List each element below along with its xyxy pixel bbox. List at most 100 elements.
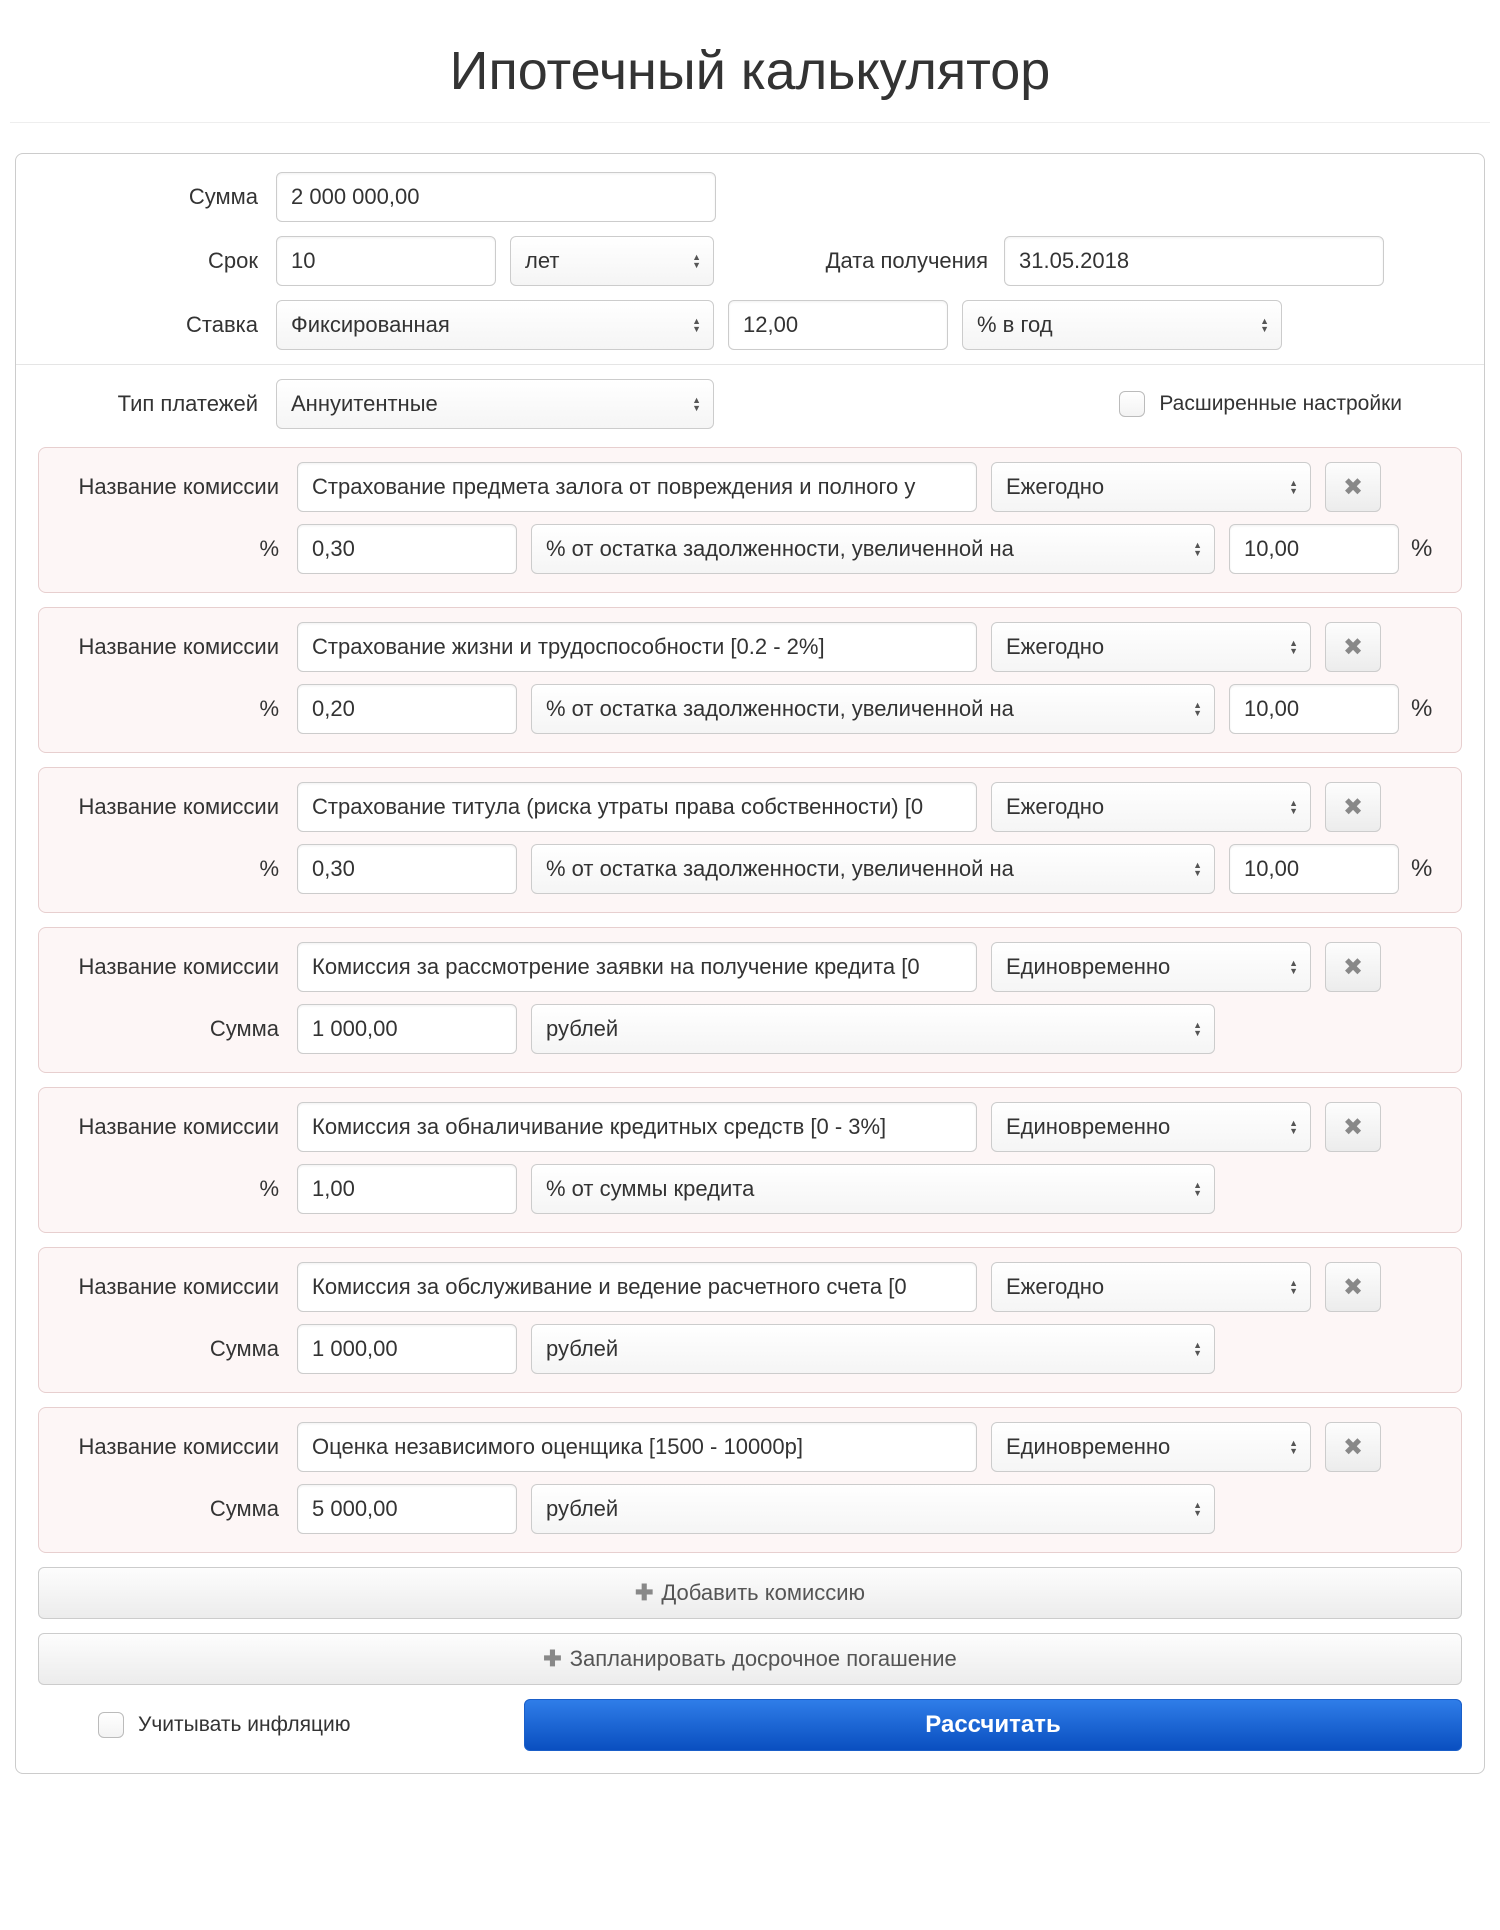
commission-basis-select[interactable]: % от остатка задолженности, увеличенной … [531, 684, 1215, 734]
commission-block: Название комиссииЕдиновременно✖%% от сум… [38, 1087, 1462, 1233]
term-unit-select[interactable]: лет [510, 236, 714, 286]
add-commission-label: Добавить комиссию [661, 1580, 865, 1606]
commission-name-label: Название комиссии [59, 474, 297, 499]
commission-block: Название комиссииЕжегодно✖%% от остатка … [38, 767, 1462, 913]
calculate-label: Рассчитать [925, 1711, 1060, 1739]
commission-value-label: % [59, 696, 297, 721]
delete-commission-button[interactable]: ✖ [1325, 782, 1381, 832]
page-title: Ипотечный калькулятор [10, 40, 1490, 123]
commission-freq-select[interactable]: Единовременно [991, 1422, 1311, 1472]
commission-value-input[interactable] [297, 1484, 517, 1534]
close-icon: ✖ [1343, 953, 1363, 982]
commission-basis-value: рублей [546, 1496, 618, 1522]
commission-freq-select[interactable]: Единовременно [991, 942, 1311, 992]
commission-freq-value: Ежегодно [1006, 794, 1104, 820]
rate-type-select[interactable]: Фиксированная [276, 300, 714, 350]
commission-extra-input[interactable] [1229, 524, 1399, 574]
commission-basis-value: рублей [546, 1016, 618, 1042]
commission-value-input[interactable] [297, 1324, 517, 1374]
chevron-updown-icon [1289, 1279, 1298, 1295]
commission-name-label: Название комиссии [59, 954, 297, 979]
close-icon: ✖ [1343, 793, 1363, 822]
commission-name-input[interactable] [297, 462, 977, 512]
inflation-checkbox[interactable] [98, 1712, 124, 1738]
commission-name-input[interactable] [297, 1102, 977, 1152]
chevron-updown-icon [1289, 799, 1298, 815]
commission-name-input[interactable] [297, 782, 977, 832]
amount-input[interactable] [276, 172, 716, 222]
commission-name-label: Название комиссии [59, 634, 297, 659]
commission-basis-select[interactable]: % от остатка задолженности, увеличенной … [531, 524, 1215, 574]
close-icon: ✖ [1343, 1273, 1363, 1302]
commission-value-input[interactable] [297, 1004, 517, 1054]
commission-freq-select[interactable]: Ежегодно [991, 462, 1311, 512]
commission-block: Название комиссииЕжегодно✖Суммарублей [38, 1247, 1462, 1393]
commission-value-label: Сумма [59, 1496, 297, 1521]
commission-extra-input[interactable] [1229, 684, 1399, 734]
term-value-input[interactable] [276, 236, 496, 286]
commission-freq-select[interactable]: Единовременно [991, 1102, 1311, 1152]
commission-name-label: Название комиссии [59, 1434, 297, 1459]
close-icon: ✖ [1343, 633, 1363, 662]
commission-block: Название комиссии Ежегодно ✖% % от остатка … [38, 447, 1462, 593]
add-commission-button[interactable]: ✚ Добавить комиссию [38, 1567, 1462, 1619]
rate-value-input[interactable] [728, 300, 948, 350]
commission-value-label: % [59, 856, 297, 881]
commission-freq-value: Единовременно [1006, 1114, 1170, 1140]
commission-freq-value: Единовременно [1006, 954, 1170, 980]
commission-value-input[interactable] [297, 1164, 517, 1214]
commission-value-input[interactable] [297, 844, 517, 894]
receipt-date-input[interactable] [1004, 236, 1384, 286]
commission-basis-select[interactable]: рублей [531, 1324, 1215, 1374]
commission-name-input[interactable] [297, 1422, 977, 1472]
chevron-updown-icon [1193, 1341, 1202, 1357]
chevron-updown-icon [1193, 701, 1202, 717]
commission-basis-select[interactable]: рублей [531, 1004, 1215, 1054]
advanced-label: Расширенные настройки [1159, 392, 1402, 416]
calculate-button[interactable]: Рассчитать [524, 1699, 1462, 1751]
delete-commission-button[interactable]: ✖ [1325, 1422, 1381, 1472]
calculator-form: Сумма Срок лет Дата получения Ставка Фик… [15, 153, 1485, 1774]
percent-sign: % [1411, 695, 1441, 723]
plan-early-button[interactable]: ✚ Запланировать досрочное погашение [38, 1633, 1462, 1685]
commission-name-label: Название комиссии [59, 1114, 297, 1139]
close-icon: ✖ [1343, 473, 1363, 502]
commission-name-input[interactable] [297, 622, 977, 672]
chevron-updown-icon [1193, 541, 1202, 557]
chevron-updown-icon [692, 253, 701, 269]
chevron-updown-icon [1289, 479, 1298, 495]
payment-type-value: Аннуитентные [291, 391, 438, 417]
commission-basis-select[interactable]: % от суммы кредита [531, 1164, 1215, 1214]
commission-value-input[interactable] [297, 524, 517, 574]
delete-commission-button[interactable]: ✖ [1325, 1262, 1381, 1312]
advanced-checkbox[interactable] [1119, 391, 1145, 417]
commission-freq-select[interactable]: Ежегодно [991, 622, 1311, 672]
commission-basis-select[interactable]: % от остатка задолженности, увеличенной … [531, 844, 1215, 894]
percent-sign: % [1411, 855, 1441, 883]
amount-label: Сумма [38, 184, 276, 209]
payment-type-select[interactable]: Аннуитентные [276, 379, 714, 429]
term-label: Срок [38, 248, 276, 273]
rate-unit-select[interactable]: % в год [962, 300, 1282, 350]
close-icon: ✖ [1343, 1113, 1363, 1142]
delete-commission-button[interactable]: ✖ [1325, 622, 1381, 672]
commission-name-input[interactable] [297, 1262, 977, 1312]
rate-unit-value: % в год [977, 312, 1053, 338]
commission-freq-select[interactable]: Ежегодно [991, 782, 1311, 832]
delete-commission-button[interactable]: ✖ [1325, 942, 1381, 992]
delete-commission-button[interactable]: ✖ [1325, 1102, 1381, 1152]
percent-sign: % [1411, 535, 1441, 563]
commission-value-label: Сумма [59, 1336, 297, 1361]
payment-type-label: Тип платежей [38, 391, 276, 416]
commission-value-label: % [59, 536, 297, 561]
inflation-label: Учитывать инфляцию [138, 1713, 351, 1737]
commission-basis-value: рублей [546, 1336, 618, 1362]
commission-block: Название комиссии Ежегодно ✖% % от остатка … [38, 607, 1462, 753]
commission-name-input[interactable] [297, 942, 977, 992]
commission-extra-input[interactable] [1229, 844, 1399, 894]
chevron-updown-icon [692, 317, 701, 333]
commission-value-input[interactable] [297, 684, 517, 734]
commission-freq-select[interactable]: Ежегодно [991, 1262, 1311, 1312]
delete-commission-button[interactable]: ✖ [1325, 462, 1381, 512]
commission-basis-select[interactable]: рублей [531, 1484, 1215, 1534]
